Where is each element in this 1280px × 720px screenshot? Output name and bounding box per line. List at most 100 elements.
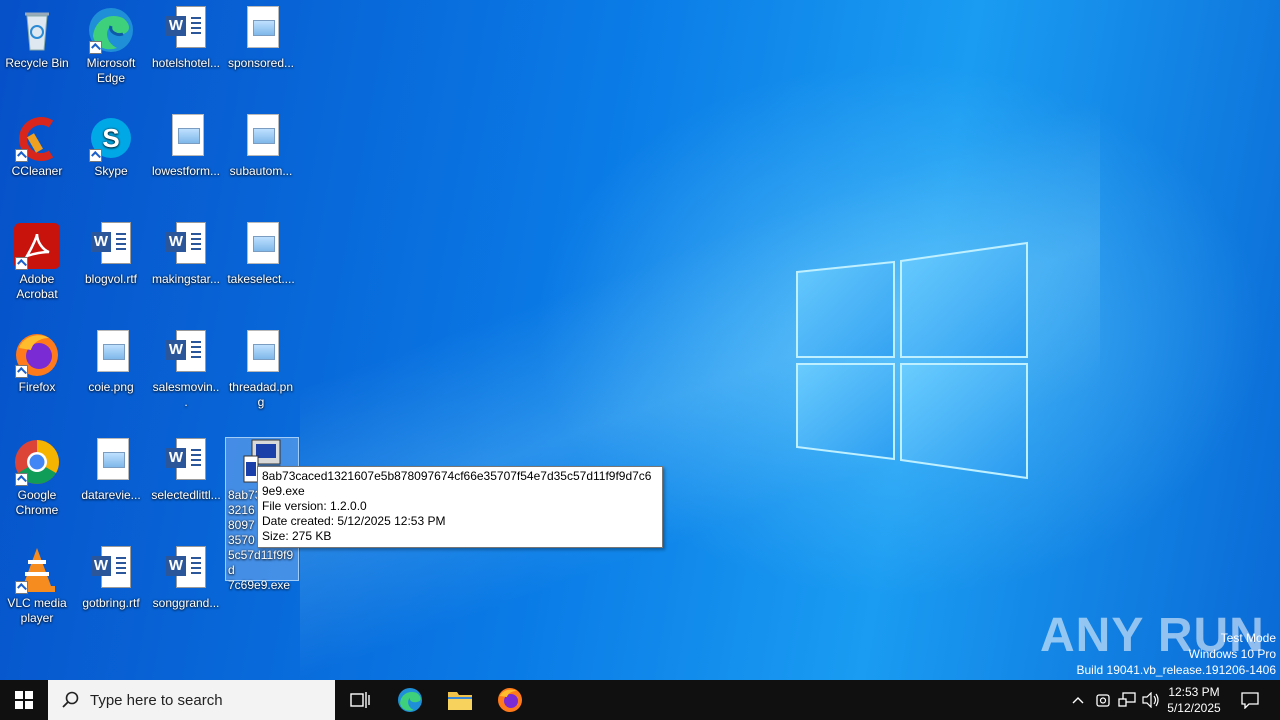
word-document-icon: W — [91, 546, 139, 594]
taskbar-edge-button[interactable] — [386, 680, 434, 720]
file-info-tooltip: 8ab73caced1321607e5b878097674cf66e35707f… — [257, 466, 663, 548]
task-view-icon — [350, 692, 370, 708]
word-document-icon: W — [166, 6, 214, 54]
desktop-icon-selectedlittl[interactable]: W selectedlittl... — [149, 438, 223, 503]
icon-label: CCleaner — [11, 164, 63, 178]
desktop-icon-ccleaner[interactable]: CCleaner — [0, 114, 74, 179]
desktop-icon-datarevie[interactable]: datarevie... — [74, 438, 148, 503]
shortcut-arrow-icon — [15, 257, 28, 270]
shortcut-arrow-icon — [15, 149, 28, 162]
icon-label: blogvol.rtf — [84, 272, 138, 286]
tooltip-date-created: Date created: 5/12/2025 12:53 PM — [262, 514, 446, 528]
icon-label: Adobe Acrobat — [16, 272, 58, 301]
desktop-icon-lowestform[interactable]: lowestform... — [149, 114, 223, 179]
start-button[interactable] — [0, 680, 48, 720]
speaker-icon — [1142, 692, 1159, 708]
word-document-icon: W — [166, 546, 214, 594]
action-center-button[interactable] — [1230, 680, 1270, 720]
icon-label: salesmovin... — [152, 380, 220, 409]
icon-label: takeselect.... — [227, 272, 295, 286]
word-document-icon: W — [91, 222, 139, 270]
tray-app-icon — [1096, 694, 1110, 707]
tooltip-filename: 8ab73caced1321607e5b878097674cf66e35707f… — [262, 469, 652, 498]
taskbar: Type here to search 12:53 PM 5/12/2025 — [0, 680, 1280, 720]
icon-label: sponsored... — [227, 56, 295, 70]
edge-icon — [87, 6, 135, 54]
clock-date: 5/12/2025 — [1167, 701, 1221, 715]
clock-time: 12:53 PM — [1168, 685, 1220, 699]
desktop-icon-recycle-bin[interactable]: Recycle Bin — [0, 6, 74, 71]
icon-label: songgrand... — [152, 596, 220, 610]
image-file-icon — [162, 114, 210, 162]
shortcut-arrow-icon — [15, 365, 28, 378]
taskbar-firefox-button[interactable] — [486, 680, 534, 720]
icon-label: gotbring.rtf — [82, 596, 140, 610]
tooltip-size: Size: 275 KB — [262, 529, 332, 543]
shortcut-arrow-icon — [89, 149, 102, 162]
icon-label: Microsoft Edge — [86, 56, 136, 85]
desktop-icon-threadad[interactable]: threadad.png — [224, 330, 298, 410]
chevron-up-icon — [1072, 697, 1084, 704]
desktop-icon-hotelshotel[interactable]: W hotelshotel... — [149, 6, 223, 71]
taskbar-file-explorer-button[interactable] — [436, 680, 484, 720]
tray-app-button[interactable] — [1092, 680, 1114, 720]
search-placeholder: Type here to search — [90, 691, 223, 709]
windows-watermark: Test Mode Windows 10 Pro Build 19041.vb_… — [1077, 630, 1277, 678]
desktop-icon-google-chrome[interactable]: Google Chrome — [0, 438, 74, 518]
volume-button[interactable] — [1140, 680, 1162, 720]
desktop-icon-adobe-acrobat[interactable]: Adobe Acrobat — [0, 222, 74, 302]
icon-label: subautom... — [229, 164, 293, 178]
edge-icon — [398, 688, 422, 712]
task-view-button[interactable] — [336, 680, 384, 720]
desktop-icon-microsoft-edge[interactable]: Microsoft Edge — [74, 6, 148, 86]
desktop-icon-skype[interactable]: S Skype — [74, 114, 148, 179]
desktop-icon-firefox[interactable]: Firefox — [0, 330, 74, 395]
taskbar-search-box[interactable]: Type here to search — [48, 680, 335, 720]
desktop-icon-vlc[interactable]: VLC media player — [0, 546, 74, 626]
skype-icon: S — [87, 114, 135, 162]
vlc-icon — [13, 546, 61, 594]
icon-label: Firefox — [18, 380, 56, 394]
svg-text:S: S — [102, 123, 119, 153]
word-document-icon: W — [166, 222, 214, 270]
icon-label: Skype — [94, 164, 128, 178]
desktop-icon-makingstar[interactable]: W makingstar... — [149, 222, 223, 287]
shortcut-arrow-icon — [15, 473, 28, 486]
ccleaner-icon — [13, 114, 61, 162]
icon-label: Recycle Bin — [5, 56, 69, 70]
chrome-icon — [13, 438, 61, 486]
firefox-icon — [498, 688, 522, 712]
desktop-icon-gotbring[interactable]: W gotbring.rtf — [74, 546, 148, 611]
desktop-icon-blogvol[interactable]: W blogvol.rtf — [74, 222, 148, 287]
windows-edition-text: Windows 10 Pro — [1188, 647, 1276, 661]
shortcut-arrow-icon — [15, 581, 28, 594]
image-file-icon — [87, 330, 135, 378]
icon-label: selectedlittl... — [151, 488, 221, 502]
icon-label: coie.png — [88, 380, 134, 394]
icon-label: hotelshotel... — [151, 56, 221, 70]
desktop-icon-takeselect[interactable]: takeselect.... — [224, 222, 298, 287]
recycle-bin-icon — [13, 6, 61, 54]
test-mode-text: Test Mode — [1220, 631, 1276, 645]
icon-label: makingstar... — [151, 272, 221, 286]
search-icon — [62, 691, 79, 708]
tooltip-file-version: File version: 1.2.0.0 — [262, 499, 367, 513]
word-document-icon: W — [166, 438, 214, 486]
word-document-icon: W — [166, 330, 214, 378]
show-hidden-icons-button[interactable] — [1068, 680, 1088, 720]
desktop-icon-salesmovin[interactable]: W salesmovin... — [149, 330, 223, 410]
desktop-icon-sponsored[interactable]: sponsored... — [224, 6, 298, 71]
desktop[interactable]: Recycle Bin CCleaner Adobe Acrobat Firef… — [0, 0, 1280, 680]
desktop-icon-songgrand[interactable]: W songgrand... — [149, 546, 223, 611]
image-file-icon — [237, 114, 285, 162]
desktop-icon-coie[interactable]: coie.png — [74, 330, 148, 395]
taskbar-clock[interactable]: 12:53 PM 5/12/2025 — [1160, 680, 1228, 720]
network-button[interactable] — [1116, 680, 1138, 720]
acrobat-icon — [13, 222, 61, 270]
notification-icon — [1241, 692, 1259, 709]
windows-start-icon — [15, 691, 33, 709]
icon-label: datarevie... — [81, 488, 141, 502]
desktop-icon-subautom[interactable]: subautom... — [224, 114, 298, 179]
folder-icon — [448, 692, 472, 710]
shortcut-arrow-icon — [89, 41, 102, 54]
